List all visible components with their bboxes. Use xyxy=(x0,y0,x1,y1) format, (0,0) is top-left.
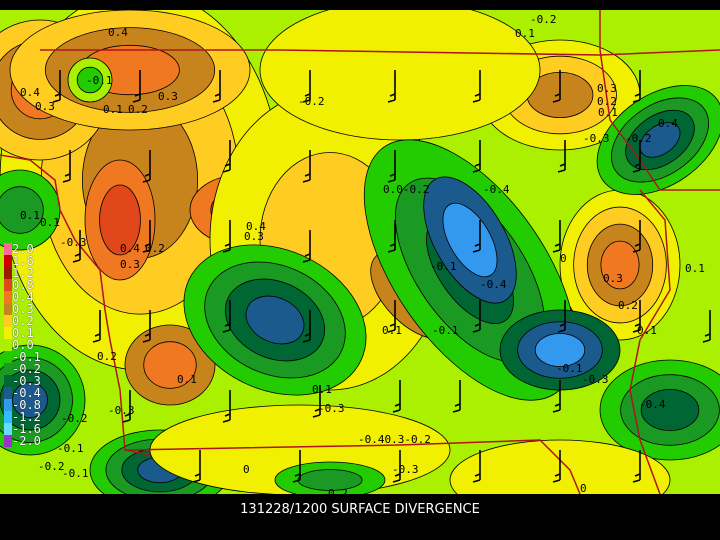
contour-label: -0.1 xyxy=(432,324,459,337)
contour-label: -0.2 xyxy=(625,132,652,145)
contour-label: -0.3 xyxy=(583,132,610,145)
contour-label: 0.3 xyxy=(597,82,617,95)
contour-label: 0.1 xyxy=(637,324,657,337)
legend-swatch xyxy=(4,243,12,255)
contour-label: 0.1 xyxy=(515,27,535,40)
contour-label: 0 xyxy=(580,482,587,494)
contour-label: 0.1 xyxy=(177,373,197,386)
map-caption: 131228/1200 SURFACE DIVERGENCE xyxy=(240,502,480,517)
contour-label: 0.1 xyxy=(40,216,60,229)
contour-label: -0.4 xyxy=(483,183,510,196)
contour-label: -0.1 xyxy=(86,74,113,87)
legend-swatch xyxy=(4,267,12,279)
contour-label: 0 xyxy=(560,252,567,265)
legend-swatch xyxy=(4,423,12,435)
legend-swatch xyxy=(4,315,12,327)
legend-swatch xyxy=(4,411,12,423)
legend-swatch xyxy=(4,255,12,267)
contour-label: -0.3 xyxy=(582,373,609,386)
contour-label: 0.2 xyxy=(145,242,165,255)
color-scale-legend: 2.0 1.6 1.2 0.8 0.4 0.3 0.2 0.1 0.0 -0.1 -0.2 -0.3-… xyxy=(0,243,45,447)
legend-swatch xyxy=(4,291,12,303)
contour-label: 0.3 xyxy=(244,230,264,243)
contour-label: 0.1 xyxy=(20,209,40,222)
contour-label: -0.2 xyxy=(38,460,65,473)
contour-label: -0.2 xyxy=(61,412,88,425)
contour-label: -0.3 xyxy=(318,402,345,415)
contour-label: 0.4 xyxy=(20,86,40,99)
contour-label: -0.1 xyxy=(57,442,84,455)
divergence-map: 0.4-0.20.1-0.10.40.3 0.1 0.20.3 -0.2-0.20.3… xyxy=(0,10,720,494)
contour-label: 0.4 xyxy=(120,242,140,255)
contour-label: -0.2 xyxy=(298,95,325,108)
contour-label: 0.2 xyxy=(128,103,148,116)
contour-label: 0.3 xyxy=(158,90,178,103)
contour-label: 0.1 xyxy=(685,262,705,275)
contour-label: -0.3 xyxy=(60,236,87,249)
contour-label: 0.2 xyxy=(97,350,117,363)
contour-label: -0.1 xyxy=(62,467,89,480)
contour-label: 0.3 xyxy=(603,272,623,285)
legend-swatch xyxy=(4,303,12,315)
legend-swatch xyxy=(4,351,12,363)
legend-swatch xyxy=(4,279,12,291)
contour-label: 0.1 xyxy=(598,106,618,119)
legend-swatch xyxy=(4,387,12,399)
contour-label: 0.1 xyxy=(382,324,402,337)
contour-label: 0.1 xyxy=(103,103,123,116)
contour-label: 0.1 xyxy=(312,383,332,396)
contour-label: -0.2 xyxy=(530,13,557,26)
legend-entry: -2.0 xyxy=(0,435,45,447)
contour-label: 0.3 xyxy=(35,100,55,113)
weather-map-frame: 0.4 -0.2 0.1 -0.1 0.4 0.3 0.1 0.2 0.3 -0.2 -0.2 0.3… xyxy=(0,0,720,540)
contour-label: 0.4 xyxy=(658,117,678,130)
legend-swatch xyxy=(4,327,12,339)
contour-label: 0 xyxy=(243,463,250,476)
contour-label: 0.4 xyxy=(108,26,128,39)
contour-label: -0.3 xyxy=(108,404,135,417)
legend-swatch xyxy=(4,375,12,387)
contour-label: -0.4 xyxy=(639,398,666,411)
contour-label: 0.3 xyxy=(120,258,140,271)
contour-label: 0.2 xyxy=(618,299,638,312)
contour-label: -0.1 xyxy=(556,362,583,375)
contour-label: -0.1 xyxy=(430,260,457,273)
legend-swatch xyxy=(4,435,12,447)
contour-label: -0.4 xyxy=(480,278,507,291)
contour-label: -0.3 xyxy=(392,463,419,476)
legend-label: -2.0 xyxy=(12,434,41,448)
legend-swatch xyxy=(4,339,12,351)
legend-swatch xyxy=(4,399,12,411)
contour-label: -0.40.3-0.2 xyxy=(358,433,431,446)
legend-swatch xyxy=(4,363,12,375)
contour-label: 0.2 xyxy=(328,487,348,494)
contour-label: 0.0-0.2 xyxy=(383,183,429,196)
